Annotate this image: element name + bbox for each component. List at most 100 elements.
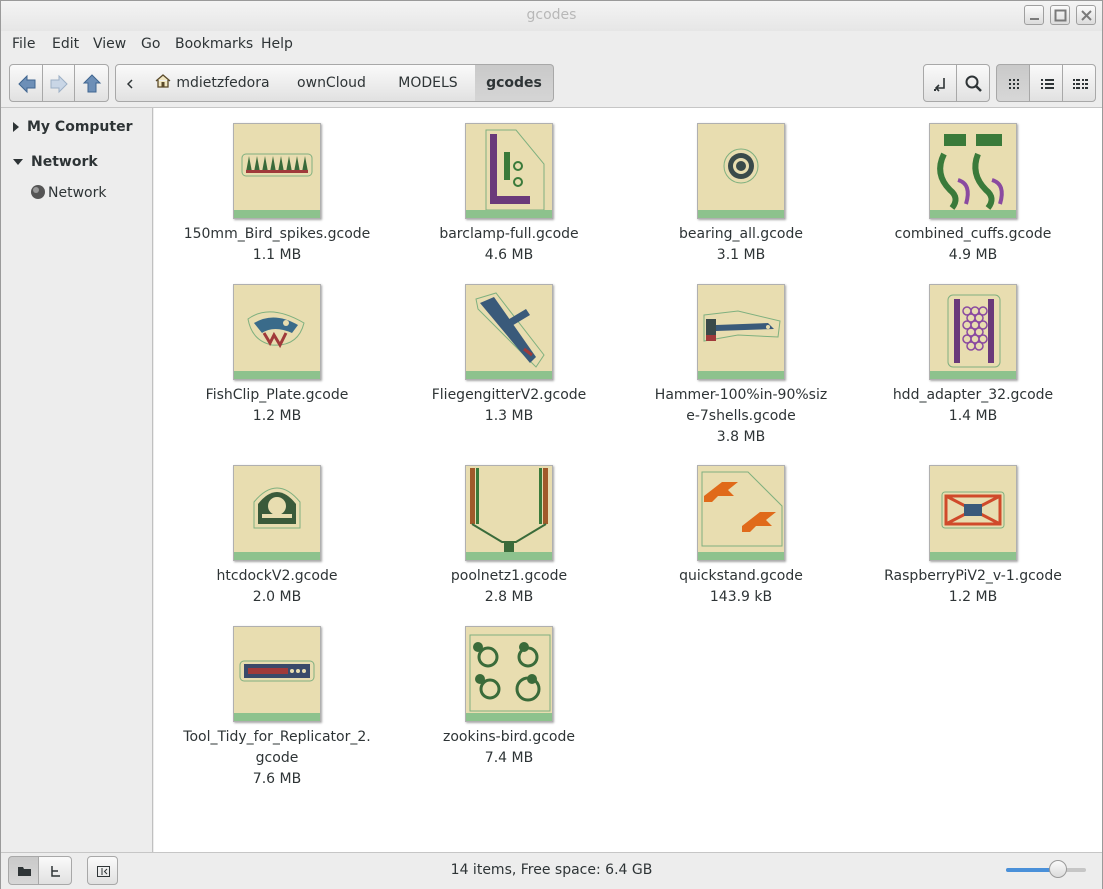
zoom-slider[interactable] bbox=[1006, 860, 1086, 878]
breadcrumb-scroll-left-button[interactable] bbox=[115, 64, 143, 102]
gcode-preview-icon bbox=[475, 292, 545, 368]
sidebar-section-my-computer[interactable]: My Computer bbox=[13, 119, 133, 135]
file-item[interactable]: Tool_Tidy_for_Replicator_2.gcode 7.6 MB bbox=[177, 626, 377, 790]
file-name: htcdockV2.gcode bbox=[216, 568, 338, 584]
breadcrumb-owncloud[interactable]: ownCloud bbox=[282, 64, 382, 102]
file-size: 3.1 MB bbox=[716, 247, 766, 263]
up-button[interactable] bbox=[74, 64, 109, 102]
location-toggle-button[interactable] bbox=[923, 64, 957, 102]
breadcrumb-models[interactable]: MODELS bbox=[381, 64, 476, 102]
back-button[interactable] bbox=[9, 64, 43, 102]
file-name: Hammer-100%in-90%size-7shells.gcode bbox=[641, 385, 841, 427]
file-item[interactable]: 150mm_Bird_spikes.gcode 1.1 MB bbox=[177, 123, 377, 266]
file-manager-window: gcodes File Edit View Go Bookmarks Help bbox=[0, 0, 1103, 889]
file-size: 3.8 MB bbox=[716, 429, 766, 445]
file-item[interactable]: quickstand.gcode 143.9 kB bbox=[641, 465, 841, 608]
gcode-preview-icon bbox=[241, 153, 313, 177]
search-button[interactable] bbox=[956, 64, 990, 102]
close-icon bbox=[1081, 10, 1092, 21]
thumbnail-info-strip bbox=[234, 371, 320, 379]
gcode-preview-icon bbox=[947, 294, 1001, 368]
file-item[interactable]: poolnetz1.gcode 2.8 MB bbox=[409, 465, 609, 608]
file-thumbnail bbox=[697, 284, 785, 380]
search-icon bbox=[965, 75, 982, 92]
gcode-preview-icon bbox=[703, 310, 781, 342]
breadcrumb-gcodes-label: gcodes bbox=[486, 75, 542, 91]
menu-view[interactable]: View bbox=[93, 36, 126, 52]
file-thumbnail bbox=[697, 465, 785, 561]
file-item[interactable]: FishClip_Plate.gcode 1.2 MB bbox=[177, 284, 377, 427]
gcode-preview-icon bbox=[941, 491, 1005, 529]
gcode-preview-icon bbox=[239, 660, 315, 682]
compact-view-button[interactable] bbox=[1062, 64, 1096, 102]
file-name: Tool_Tidy_for_Replicator_2.gcode bbox=[177, 727, 377, 769]
thumbnail-info-strip bbox=[234, 210, 320, 218]
file-thumbnail bbox=[233, 284, 321, 380]
menu-go[interactable]: Go bbox=[141, 36, 160, 52]
file-icon-view[interactable]: 150mm_Bird_spikes.gcode 1.1 MB barclamp-… bbox=[154, 108, 1102, 852]
file-size: 1.1 MB bbox=[252, 247, 302, 263]
file-name: bearing_all.gcode bbox=[679, 226, 803, 242]
breadcrumb-home[interactable]: mdietzfedora bbox=[142, 64, 283, 102]
file-size: 4.9 MB bbox=[948, 247, 998, 263]
file-size: 7.6 MB bbox=[252, 771, 302, 787]
file-size: 2.8 MB bbox=[484, 589, 534, 605]
thumbnail-info-strip bbox=[234, 713, 320, 721]
compact-list-icon bbox=[1073, 79, 1088, 89]
home-icon bbox=[155, 74, 171, 88]
file-item[interactable]: hdd_adapter_32.gcode 1.4 MB bbox=[873, 284, 1073, 427]
gcode-preview-icon bbox=[701, 471, 783, 547]
file-thumbnail bbox=[465, 626, 553, 722]
file-name: zookins-bird.gcode bbox=[443, 729, 575, 745]
file-name: RaspberryPiV2_v-1.gcode bbox=[884, 568, 1062, 584]
file-thumbnail bbox=[465, 465, 553, 561]
thumbnail-info-strip bbox=[698, 552, 784, 560]
close-button[interactable] bbox=[1076, 5, 1096, 25]
gcode-preview-icon bbox=[470, 468, 548, 552]
menu-file[interactable]: File bbox=[12, 36, 35, 52]
list-view-button[interactable] bbox=[1029, 64, 1063, 102]
file-name-text: Tool_Tidy_for_Replicator_2.gcode bbox=[183, 729, 371, 766]
text-entry-icon bbox=[934, 78, 945, 92]
menu-help[interactable]: Help bbox=[261, 36, 293, 52]
expander-collapsed-icon[interactable] bbox=[13, 122, 19, 132]
gcode-preview-icon bbox=[247, 311, 305, 349]
gcode-preview-icon bbox=[937, 134, 1004, 210]
breadcrumb-gcodes[interactable]: gcodes bbox=[475, 64, 554, 102]
thumbnail-info-strip bbox=[234, 552, 320, 560]
file-name: 150mm_Bird_spikes.gcode bbox=[183, 226, 371, 242]
sidebar-section-network[interactable]: Network bbox=[13, 154, 98, 170]
file-item[interactable]: zookins-bird.gcode 7.4 MB bbox=[409, 626, 609, 769]
menu-bookmarks[interactable]: Bookmarks bbox=[175, 36, 253, 52]
file-item[interactable]: Hammer-100%in-90%size-7shells.gcode 3.8 … bbox=[641, 284, 841, 448]
thumbnail-info-strip bbox=[930, 371, 1016, 379]
file-item[interactable]: bearing_all.gcode 3.1 MB bbox=[641, 123, 841, 266]
menu-edit[interactable]: Edit bbox=[52, 36, 79, 52]
thumbnail-info-strip bbox=[466, 552, 552, 560]
maximize-icon bbox=[1054, 9, 1067, 22]
sidebar-item-network[interactable]: Network bbox=[30, 184, 106, 201]
arrow-up-icon bbox=[82, 74, 102, 93]
file-thumbnail bbox=[929, 123, 1017, 219]
expander-expanded-icon[interactable] bbox=[13, 159, 23, 165]
gcode-preview-icon bbox=[485, 129, 545, 211]
file-name: poolnetz1.gcode bbox=[450, 568, 568, 584]
icon-view-button[interactable] bbox=[996, 64, 1030, 102]
file-name: quickstand.gcode bbox=[679, 568, 803, 584]
minimize-button[interactable] bbox=[1024, 5, 1044, 25]
title-bar[interactable]: gcodes bbox=[1, 1, 1102, 31]
file-item[interactable]: RaspberryPiV2_v-1.gcode 1.2 MB bbox=[873, 465, 1073, 608]
file-item[interactable]: combined_cuffs.gcode 4.9 MB bbox=[873, 123, 1073, 266]
sidebar-item-label: Network bbox=[48, 185, 107, 201]
file-item[interactable]: htcdockV2.gcode 2.0 MB bbox=[177, 465, 377, 608]
file-item[interactable]: FliegengitterV2.gcode 1.3 MB bbox=[409, 284, 609, 427]
thumbnail-info-strip bbox=[466, 210, 552, 218]
file-name: FishClip_Plate.gcode bbox=[205, 387, 349, 403]
file-size: 143.9 kB bbox=[709, 589, 773, 605]
maximize-button[interactable] bbox=[1050, 5, 1070, 25]
thumbnail-info-strip bbox=[930, 552, 1016, 560]
file-item[interactable]: barclamp-full.gcode 4.6 MB bbox=[409, 123, 609, 266]
file-size: 1.2 MB bbox=[252, 408, 302, 424]
forward-button[interactable] bbox=[42, 64, 75, 102]
file-thumbnail bbox=[465, 123, 553, 219]
